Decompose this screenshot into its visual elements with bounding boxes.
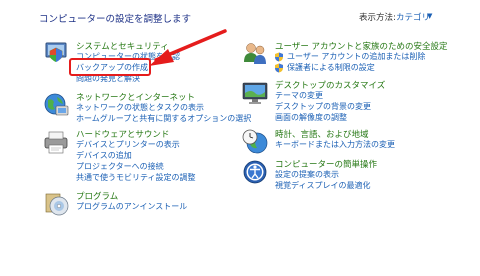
annotation-arrow xyxy=(149,29,227,66)
